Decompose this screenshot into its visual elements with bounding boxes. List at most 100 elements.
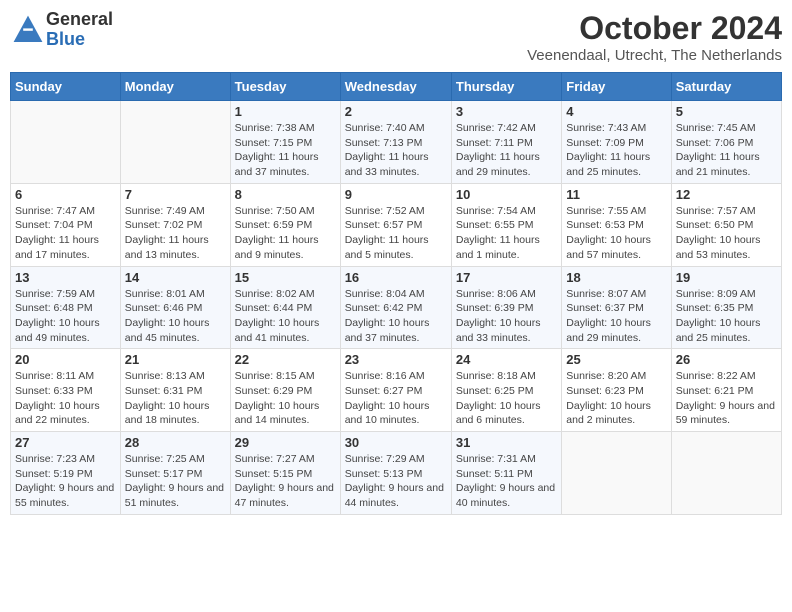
day-number: 23 xyxy=(345,352,447,367)
calendar-cell: 17 Sunrise: 8:06 AMSunset: 6:39 PMDayligh… xyxy=(451,266,561,349)
calendar-cell: 15Sunrise: 8:02 AMSunset: 6:44 PMDayligh… xyxy=(230,266,340,349)
calendar-cell: 25 Sunrise: 8:20 AMSunset: 6:23 PMDayligh… xyxy=(562,349,671,432)
day-number: 4 xyxy=(566,104,666,119)
day-number: 16 xyxy=(345,270,447,285)
calendar-cell: 13 Sunrise: 7:59 AMSunset: 6:48 PMDayligh… xyxy=(11,266,121,349)
calendar-cell: 10Sunrise: 7:54 AMSunset: 6:55 PMDayligh… xyxy=(451,183,561,266)
day-number: 28 xyxy=(125,435,226,450)
day-number: 3 xyxy=(456,104,557,119)
calendar-cell: 14Sunrise: 8:01 AMSunset: 6:46 PMDayligh… xyxy=(120,266,230,349)
day-number: 8 xyxy=(235,187,336,202)
day-number: 1 xyxy=(235,104,336,119)
week-row-0: 1 Sunrise: 7:38 AMSunset: 7:15 PMDaylight… xyxy=(11,101,782,184)
week-row-4: 27 Sunrise: 7:23 AMSunset: 5:19 PMDayligh… xyxy=(11,432,782,515)
day-info: Sunrise: 7:25 AMSunset: 5:17 PMDaylight:… xyxy=(125,452,226,511)
calendar-cell: 29 Sunrise: 7:27 AMSunset: 5:15 PMDayligh… xyxy=(230,432,340,515)
day-info: Sunrise: 7:55 AMSunset: 6:53 PMDaylight:… xyxy=(566,204,666,263)
col-header-thursday: Thursday xyxy=(451,73,561,101)
calendar-cell: 27 Sunrise: 7:23 AMSunset: 5:19 PMDayligh… xyxy=(11,432,121,515)
day-info: Sunrise: 8:07 AMSunset: 6:37 PMDaylight:… xyxy=(566,287,666,346)
week-row-3: 20 Sunrise: 8:11 AMSunset: 6:33 PMDayligh… xyxy=(11,349,782,432)
day-info: Sunrise: 7:49 AMSunset: 7:02 PMDaylight:… xyxy=(125,204,226,263)
day-info: Sunrise: 8:18 AMSunset: 6:25 PMDaylight:… xyxy=(456,369,557,428)
col-header-sunday: Sunday xyxy=(11,73,121,101)
day-info: Sunrise: 8:11 AMSunset: 6:33 PMDaylight:… xyxy=(15,369,116,428)
col-header-friday: Friday xyxy=(562,73,671,101)
day-info: Sunrise: 7:57 AMSunset: 6:50 PMDaylight:… xyxy=(676,204,777,263)
day-info: Sunrise: 8:13 AMSunset: 6:31 PMDaylight:… xyxy=(125,369,226,428)
week-row-2: 13 Sunrise: 7:59 AMSunset: 6:48 PMDayligh… xyxy=(11,266,782,349)
day-info: Sunrise: 8:15 AMSunset: 6:29 PMDaylight:… xyxy=(235,369,336,428)
calendar-cell: 26 Sunrise: 8:22 AMSunset: 6:21 PMDayligh… xyxy=(671,349,781,432)
day-info: Sunrise: 7:59 AMSunset: 6:48 PMDaylight:… xyxy=(15,287,116,346)
calendar-cell xyxy=(120,101,230,184)
day-info: Sunrise: 7:43 AMSunset: 7:09 PMDaylight:… xyxy=(566,121,666,180)
day-info: Sunrise: 8:20 AMSunset: 6:23 PMDaylight:… xyxy=(566,369,666,428)
calendar-cell: 4 Sunrise: 7:43 AMSunset: 7:09 PMDaylight… xyxy=(562,101,671,184)
calendar-cell: 19 Sunrise: 8:09 AMSunset: 6:35 PMDayligh… xyxy=(671,266,781,349)
day-info: Sunrise: 7:42 AMSunset: 7:11 PMDaylight:… xyxy=(456,121,557,180)
day-number: 27 xyxy=(15,435,116,450)
day-number: 25 xyxy=(566,352,666,367)
day-info: Sunrise: 7:52 AMSunset: 6:57 PMDaylight:… xyxy=(345,204,447,263)
logo-blue: Blue xyxy=(46,29,85,49)
day-number: 19 xyxy=(676,270,777,285)
day-number: 20 xyxy=(15,352,116,367)
logo-icon xyxy=(12,14,44,46)
day-info: Sunrise: 8:16 AMSunset: 6:27 PMDaylight:… xyxy=(345,369,447,428)
day-info: Sunrise: 8:22 AMSunset: 6:21 PMDaylight:… xyxy=(676,369,777,428)
day-number: 24 xyxy=(456,352,557,367)
location: Veenendaal, Utrecht, The Netherlands xyxy=(527,47,782,64)
day-info: Sunrise: 8:01 AMSunset: 6:46 PMDaylight:… xyxy=(125,287,226,346)
day-number: 29 xyxy=(235,435,336,450)
calendar-cell: 8 Sunrise: 7:50 AMSunset: 6:59 PMDaylight… xyxy=(230,183,340,266)
calendar-cell: 11 Sunrise: 7:55 AMSunset: 6:53 PMDayligh… xyxy=(562,183,671,266)
day-number: 12 xyxy=(676,187,777,202)
calendar-cell: 20 Sunrise: 8:11 AMSunset: 6:33 PMDayligh… xyxy=(11,349,121,432)
day-info: Sunrise: 7:40 AMSunset: 7:13 PMDaylight:… xyxy=(345,121,447,180)
day-number: 17 xyxy=(456,270,557,285)
day-number: 11 xyxy=(566,187,666,202)
day-number: 10 xyxy=(456,187,557,202)
day-number: 6 xyxy=(15,187,116,202)
col-header-tuesday: Tuesday xyxy=(230,73,340,101)
calendar-table: SundayMondayTuesdayWednesdayThursdayFrid… xyxy=(10,72,782,515)
day-info: Sunrise: 8:06 AMSunset: 6:39 PMDaylight:… xyxy=(456,287,557,346)
calendar-cell xyxy=(671,432,781,515)
day-info: Sunrise: 8:09 AMSunset: 6:35 PMDaylight:… xyxy=(676,287,777,346)
calendar-cell: 22Sunrise: 8:15 AMSunset: 6:29 PMDayligh… xyxy=(230,349,340,432)
day-number: 7 xyxy=(125,187,226,202)
day-number: 31 xyxy=(456,435,557,450)
day-info: Sunrise: 7:47 AMSunset: 7:04 PMDaylight:… xyxy=(15,204,116,263)
calendar-cell: 18 Sunrise: 8:07 AMSunset: 6:37 PMDayligh… xyxy=(562,266,671,349)
col-header-saturday: Saturday xyxy=(671,73,781,101)
logo: General Blue xyxy=(10,10,113,50)
day-info: Sunrise: 7:31 AMSunset: 5:11 PMDaylight:… xyxy=(456,452,557,511)
calendar-cell: 16 Sunrise: 8:04 AMSunset: 6:42 PMDayligh… xyxy=(340,266,451,349)
col-header-monday: Monday xyxy=(120,73,230,101)
calendar-cell xyxy=(11,101,121,184)
calendar-cell xyxy=(562,432,671,515)
header-row: SundayMondayTuesdayWednesdayThursdayFrid… xyxy=(11,73,782,101)
calendar-cell: 23 Sunrise: 8:16 AMSunset: 6:27 PMDayligh… xyxy=(340,349,451,432)
day-info: Sunrise: 7:23 AMSunset: 5:19 PMDaylight:… xyxy=(15,452,116,511)
day-number: 5 xyxy=(676,104,777,119)
day-info: Sunrise: 7:38 AMSunset: 7:15 PMDaylight:… xyxy=(235,121,336,180)
calendar-cell: 1 Sunrise: 7:38 AMSunset: 7:15 PMDaylight… xyxy=(230,101,340,184)
day-info: Sunrise: 8:02 AMSunset: 6:44 PMDaylight:… xyxy=(235,287,336,346)
calendar-cell: 2Sunrise: 7:40 AMSunset: 7:13 PMDaylight… xyxy=(340,101,451,184)
logo-text: General Blue xyxy=(46,10,113,50)
calendar-cell: 31 Sunrise: 7:31 AMSunset: 5:11 PMDayligh… xyxy=(451,432,561,515)
day-info: Sunrise: 7:45 AMSunset: 7:06 PMDaylight:… xyxy=(676,121,777,180)
month-year: October 2024 xyxy=(527,10,782,47)
day-info: Sunrise: 8:04 AMSunset: 6:42 PMDaylight:… xyxy=(345,287,447,346)
day-number: 26 xyxy=(676,352,777,367)
calendar-cell: 3 Sunrise: 7:42 AMSunset: 7:11 PMDaylight… xyxy=(451,101,561,184)
logo-general: General xyxy=(46,9,113,29)
day-number: 18 xyxy=(566,270,666,285)
day-number: 13 xyxy=(15,270,116,285)
day-info: Sunrise: 7:27 AMSunset: 5:15 PMDaylight:… xyxy=(235,452,336,511)
day-info: Sunrise: 7:50 AMSunset: 6:59 PMDaylight:… xyxy=(235,204,336,263)
col-header-wednesday: Wednesday xyxy=(340,73,451,101)
day-info: Sunrise: 7:29 AMSunset: 5:13 PMDaylight:… xyxy=(345,452,447,511)
